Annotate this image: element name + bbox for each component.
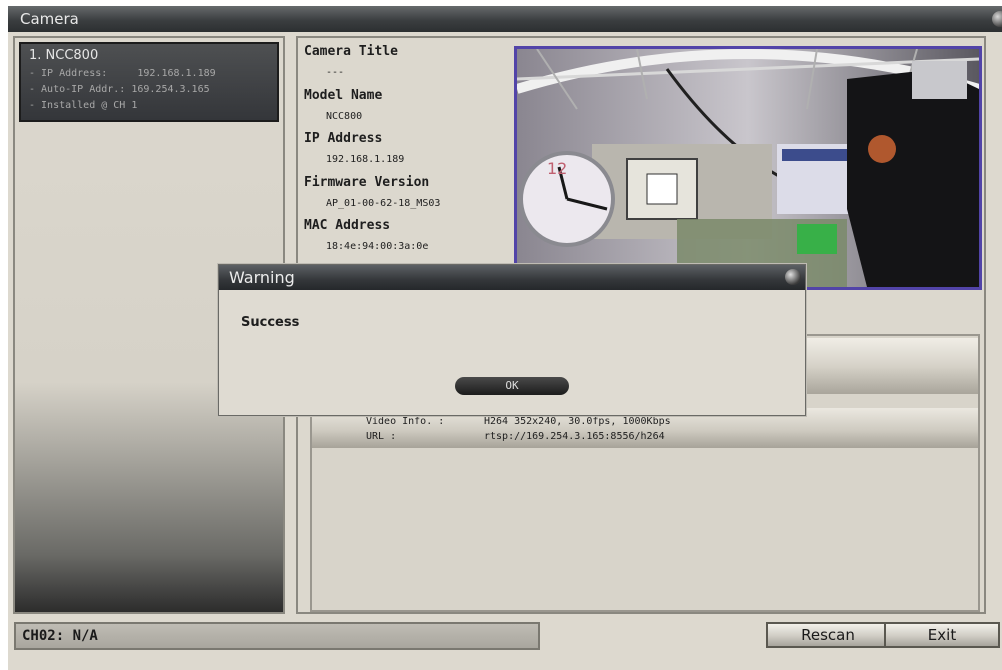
dialog-title: Warning (229, 268, 295, 287)
camera-installed-line: - Installed @ CH 1 (29, 100, 138, 111)
window-title: Camera (20, 10, 79, 28)
url-value: rtsp://169.254.3.165:8556/h264 (484, 431, 665, 442)
video-info-value: H264 352x240, 30.0fps, 1000Kbps (484, 416, 671, 427)
svg-text:12: 12 (547, 159, 567, 178)
firmware-label: Firmware Version (304, 175, 430, 190)
rescan-button[interactable]: Rescan (766, 622, 890, 648)
window-close-icon[interactable] (992, 11, 1002, 27)
camera-list-item[interactable]: 1. NCC800 - IP Address: 192.168.1.189 - … (19, 42, 279, 122)
camera-title-value: --- (326, 67, 345, 78)
ok-button[interactable]: OK (455, 377, 569, 395)
model-name-value: NCC800 (326, 111, 363, 122)
window-titlebar: Camera (8, 6, 1002, 32)
camera-preview-image: 12 (514, 46, 982, 290)
camera-autoip-line: - Auto-IP Addr.: 169.254.3.165 (29, 84, 210, 95)
ip-address-label: IP Address (304, 131, 383, 146)
model-name-label: Model Name (304, 88, 383, 103)
firmware-value: AP_01-00-62-18_MS03 (326, 198, 441, 209)
dialog-titlebar: Warning (219, 265, 805, 290)
video-info-label: Video Info. : (366, 416, 445, 427)
dialog-message: Success (241, 315, 300, 330)
ip-address-value: 192.168.1.189 (326, 154, 405, 165)
warning-dialog: Warning Success OK (218, 264, 806, 416)
camera-name: 1. NCC800 (29, 48, 99, 63)
camera-preview-scene: 12 (517, 49, 979, 287)
camera-title-label: Camera Title (304, 44, 398, 59)
camera-ip-line: - IP Address: 192.168.1.189 (29, 68, 216, 79)
status-bar: CH02: N/A (14, 622, 540, 650)
dialog-close-icon[interactable] (785, 269, 801, 285)
mac-address-value: 18:4e:94:00:3a:0e (326, 241, 429, 252)
mac-address-label: MAC Address (304, 218, 391, 233)
exit-button[interactable]: Exit (884, 622, 1000, 648)
url-label: URL : (366, 431, 397, 442)
